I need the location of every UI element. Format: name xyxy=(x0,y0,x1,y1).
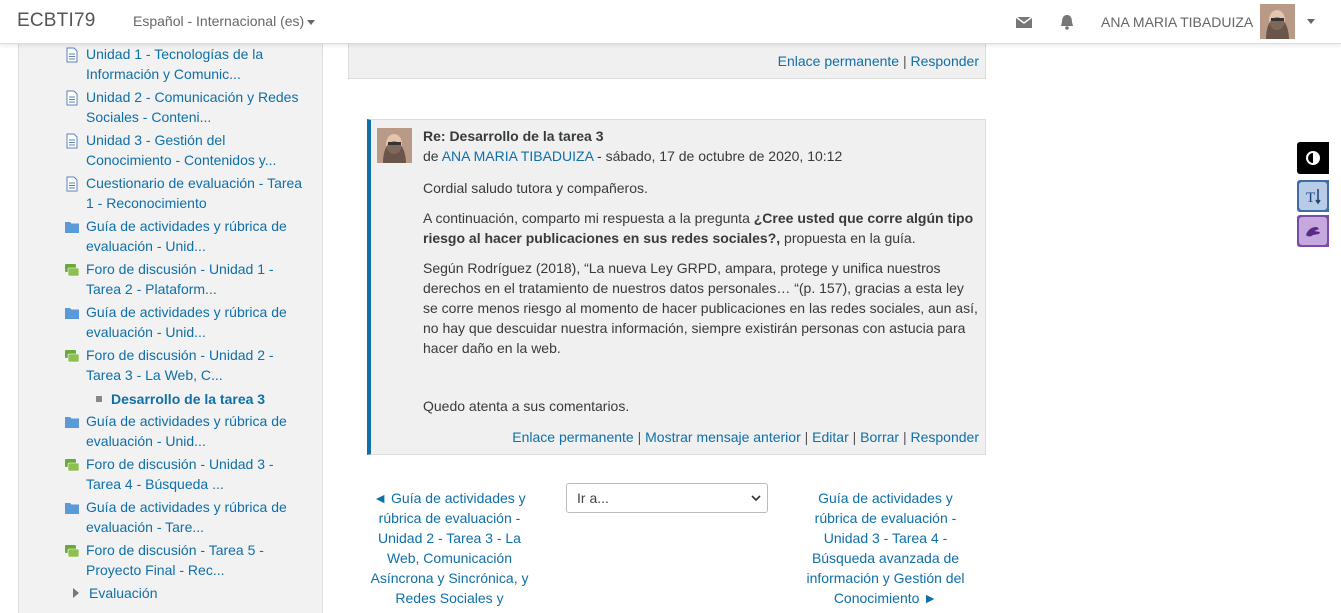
page-icon xyxy=(64,133,80,149)
sidebar-item[interactable]: Guía de actividades y rúbrica de evaluac… xyxy=(65,497,311,537)
forum-icon xyxy=(64,457,80,473)
post-subject: Re: Desarrollo de la tarea 3 xyxy=(423,128,604,144)
permalink-link[interactable]: Enlace permanente xyxy=(778,53,899,69)
sidebar-item-label: Unidad 3 - Gestión del Conocimiento - Co… xyxy=(86,132,277,168)
previous-post: Enlace permanente | Responder xyxy=(348,44,986,79)
top-navbar: ECBTI79 Español - Internacional (es) ANA… xyxy=(0,0,1341,44)
author-avatar[interactable] xyxy=(377,128,412,163)
sidebar-item[interactable]: Unidad 1 - Tecnologías de la Información… xyxy=(66,44,311,84)
sidebar-item-label: Unidad 2 - Comunicación y Redes Sociales… xyxy=(86,89,299,125)
hand-icon xyxy=(1299,217,1327,245)
page-icon xyxy=(64,90,80,106)
post-greeting: Cordial saludo tutora y compañeros. xyxy=(423,180,648,196)
next-activity-link[interactable]: Guía de actividades y rúbrica de evaluac… xyxy=(803,488,968,608)
byline-prefix: de xyxy=(423,148,439,164)
author-link[interactable]: ANA MARIA TIBADUIZA xyxy=(442,148,593,164)
sidebar-item[interactable]: Unidad 2 - Comunicación y Redes Sociales… xyxy=(66,87,311,127)
sidebar-item[interactable]: Guía de actividades y rúbrica de evaluac… xyxy=(65,302,311,342)
separator: | xyxy=(637,429,646,445)
sidebar-item-label: Cuestionario de evaluación - Tarea 1 - R… xyxy=(86,175,303,211)
jump-to-value: Ir a... xyxy=(577,490,609,506)
page-icon xyxy=(64,176,80,192)
sidebar-item-label: Foro de discusión - Unidad 3 - Tarea 4 -… xyxy=(86,456,274,492)
chevron-down-icon xyxy=(751,495,761,502)
chevron-down-icon xyxy=(307,19,316,25)
sidebar-item[interactable]: Foro de discusión - Unidad 3 - Tarea 4 -… xyxy=(65,454,311,494)
sidebar-item-label: Unidad 1 - Tecnologías de la Información… xyxy=(86,46,264,82)
sidebar-item[interactable]: Guía de actividades y rúbrica de evaluac… xyxy=(65,216,311,256)
sidebar-item-label: Guía de actividades y rúbrica de evaluac… xyxy=(86,413,287,449)
separator: | xyxy=(902,53,911,69)
sidebar-item-label: Foro de discusión - Unidad 1 - Tarea 2 -… xyxy=(86,261,274,297)
folder-icon xyxy=(64,305,80,321)
sidebar-item-evaluacion[interactable]: Evaluación xyxy=(89,583,158,603)
post-byline: de ANA MARIA TIBADUIZA - sábado, 17 de o… xyxy=(423,148,842,164)
sidebar-item[interactable]: Guía de actividades y rúbrica de evaluac… xyxy=(65,411,311,451)
sidebar-item[interactable]: Foro de discusión - Tarea 5 - Proyecto F… xyxy=(65,540,311,580)
sidebar-item[interactable]: Unidad 3 - Gestión del Conocimiento - Co… xyxy=(66,130,311,170)
reply-link[interactable]: Responder xyxy=(911,429,980,445)
sidebar-item[interactable]: Foro de discusión - Unidad 1 - Tarea 2 -… xyxy=(65,259,311,299)
page-icon xyxy=(64,47,80,63)
delete-link[interactable]: Borrar xyxy=(860,429,899,445)
edit-link[interactable]: Editar xyxy=(812,429,849,445)
permalink-link[interactable]: Enlace permanente xyxy=(512,429,633,445)
sidebar-item[interactable]: Foro de discusión - Unidad 2 - Tarea 3 -… xyxy=(65,345,311,385)
svg-text:T: T xyxy=(1306,190,1315,206)
sidebar-item-label: Guía de actividades y rúbrica de evaluac… xyxy=(86,304,287,340)
sidebar-item-label: Foro de discusión - Tarea 5 - Proyecto F… xyxy=(86,542,264,578)
forum-icon xyxy=(64,348,80,364)
post-closing: Quedo atenta a sus comentarios. xyxy=(423,398,630,414)
paragraph-text: A continuación, comparto mi respuesta a … xyxy=(423,210,754,226)
paragraph-text: propuesta en la guía. xyxy=(780,230,916,246)
post-date: - sábado, 17 de octubre de 2020, 10:12 xyxy=(593,148,843,164)
post-paragraph: A continuación, comparto mi respuesta a … xyxy=(423,208,981,248)
user-name[interactable]: ANA MARIA TIBADUIZA xyxy=(1101,14,1253,30)
expand-arrow-icon[interactable] xyxy=(73,588,79,598)
text-size-icon: T xyxy=(1299,182,1327,210)
sidebar-item[interactable]: Cuestionario de evaluación - Tarea 1 - R… xyxy=(66,173,311,213)
contrast-icon xyxy=(1306,151,1320,165)
post-commands: Enlace permanente | Mostrar mensaje ante… xyxy=(512,429,979,445)
site-brand[interactable]: ECBTI79 xyxy=(17,10,96,32)
folder-icon xyxy=(64,219,80,235)
envelope-icon[interactable] xyxy=(1015,13,1033,31)
forum-icon xyxy=(64,543,80,559)
previous-activity-link[interactable]: ◄ Guía de actividades y rúbrica de evalu… xyxy=(367,488,532,608)
folder-icon xyxy=(64,414,80,430)
sidebar-item-current[interactable]: Desarrollo de la tarea 3 xyxy=(96,389,266,409)
language-menu[interactable]: Español - Internacional (es) xyxy=(133,13,316,29)
bullet-icon xyxy=(96,396,102,402)
text-size-button[interactable]: T xyxy=(1297,180,1329,212)
post-paragraph: Según Rodríguez (2018), “La nueva Ley GR… xyxy=(423,260,978,356)
sign-language-button[interactable] xyxy=(1297,215,1329,247)
bell-icon[interactable] xyxy=(1058,13,1076,31)
avatar[interactable] xyxy=(1260,4,1295,39)
sidebar-item-label: Foro de discusión - Unidad 2 - Tarea 3 -… xyxy=(86,347,274,383)
folder-icon xyxy=(64,500,80,516)
language-label: Español - Internacional (es) xyxy=(133,13,305,29)
forum-post: Re: Desarrollo de la tarea 3 de ANA MARI… xyxy=(367,119,986,455)
reply-link[interactable]: Responder xyxy=(911,53,980,69)
sidebar-item-label: Guía de actividades y rúbrica de evaluac… xyxy=(86,499,287,535)
forum-icon xyxy=(64,262,80,278)
sidebar-item-label: Guía de actividades y rúbrica de evaluac… xyxy=(86,218,287,254)
sidebar-item-label: Desarrollo de la tarea 3 xyxy=(111,391,266,407)
show-parent-link[interactable]: Mostrar mensaje anterior xyxy=(645,429,801,445)
jump-to-select[interactable]: Ir a... xyxy=(566,483,768,513)
contrast-toggle-button[interactable] xyxy=(1297,142,1329,174)
post-body: Cordial saludo tutora y compañeros. A co… xyxy=(423,178,981,368)
user-menu-chevron-icon[interactable] xyxy=(1307,19,1315,24)
separator: | xyxy=(902,429,911,445)
